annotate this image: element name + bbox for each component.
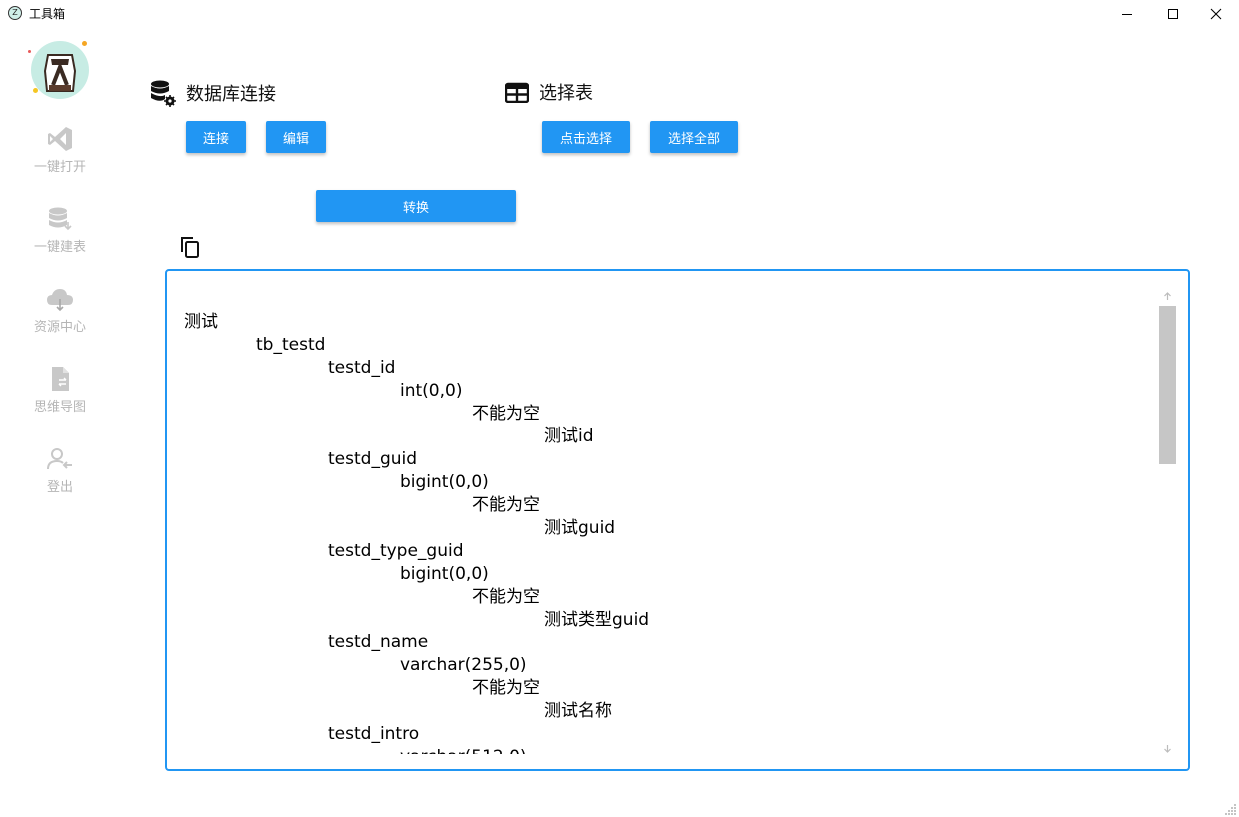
title-bar: Z 工具箱: [0, 0, 1239, 28]
output-line: testd_intro: [328, 724, 420, 745]
database-settings-icon: [151, 80, 176, 107]
sidebar: 一键打开 一键建表 资源中心 思维导图 登出: [0, 28, 120, 817]
cloud-download-icon: [47, 289, 73, 312]
output-line: testd_name: [328, 632, 429, 653]
avatar-decoration: [82, 41, 87, 46]
minimize-icon: [1122, 14, 1132, 15]
avatar-decoration: [28, 50, 31, 53]
connect-button[interactable]: 连接: [186, 121, 246, 153]
file-sync-icon: [52, 367, 69, 391]
output-line: testd_type_guid: [328, 540, 464, 561]
output-line: int(0,0): [400, 380, 463, 401]
sidebar-item-resource-center[interactable]: 资源中心: [20, 284, 100, 344]
sidebar-item-mind-map[interactable]: 思维导图: [20, 364, 100, 424]
arrow-up-icon: [1164, 291, 1171, 300]
close-icon: [1210, 8, 1222, 20]
copy-button[interactable]: [178, 235, 202, 259]
close-button[interactable]: [1193, 0, 1239, 28]
db-section-title: 数据库连接: [186, 84, 276, 105]
output-line: 测试类型guid: [544, 609, 650, 630]
sidebar-item-label: 一键打开: [33, 160, 86, 175]
edit-button[interactable]: 编辑: [266, 121, 326, 153]
app-window: Z 工具箱 一键打开 一键建表 资源中心 思维导图 登出 数据库连接 连接 编辑…: [0, 0, 1239, 817]
select-all-button[interactable]: 选择全部: [650, 121, 738, 153]
copy-icon: [181, 237, 199, 258]
sidebar-item-label: 登出: [46, 480, 73, 495]
database-download-icon: [49, 207, 72, 231]
output-line: 测试guid: [544, 518, 616, 539]
sidebar-item-label: 一键建表: [33, 240, 86, 255]
output-line: bigint(0,0): [400, 472, 489, 493]
avatar-decoration: [33, 88, 38, 93]
output-line: 测试id: [544, 426, 594, 447]
output-line: tb_testd: [256, 334, 326, 355]
resize-grip-icon[interactable]: [1225, 803, 1237, 815]
minimize-button[interactable]: [1104, 0, 1150, 28]
output-line: 不能为空: [472, 678, 540, 699]
click-select-button[interactable]: 点击选择: [542, 121, 630, 153]
output-line: testd_id: [328, 357, 396, 378]
output-line: varchar(512,0): [184, 746, 1144, 754]
logout-user-icon: [47, 448, 72, 470]
output-line: bigint(0,0): [400, 563, 489, 584]
output-line: testd_guid: [328, 449, 418, 470]
scroll-up-button[interactable]: [1159, 288, 1176, 304]
output-line: varchar(255,0): [400, 655, 527, 676]
avatar-character-icon: [43, 54, 77, 92]
table-icon: [505, 82, 529, 103]
output-line: 不能为空: [472, 495, 540, 516]
maximize-button[interactable]: [1150, 0, 1196, 28]
db-section-header: 数据库连接: [150, 79, 276, 107]
app-icon: Z: [8, 6, 22, 20]
maximize-icon: [1168, 9, 1178, 19]
table-section-header: 选择表: [505, 79, 593, 105]
table-section-title: 选择表: [539, 83, 593, 104]
sidebar-item-quick-create-table[interactable]: 一键建表: [20, 204, 100, 264]
output-line: 不能为空: [472, 586, 540, 607]
arrow-down-icon: [1164, 744, 1171, 753]
window-title: 工具箱: [29, 7, 66, 21]
sidebar-item-quick-open[interactable]: 一键打开: [20, 124, 100, 184]
sidebar-item-logout[interactable]: 登出: [20, 444, 100, 504]
output-line: 测试名称: [544, 701, 612, 722]
sidebar-item-label: 思维导图: [33, 400, 86, 415]
output-textarea[interactable]: 测试 tb_testd testd_id int(0,0) 不能为空 测试id testd_…: [165, 269, 1190, 771]
scrollbar[interactable]: [1159, 288, 1176, 756]
avatar[interactable]: [31, 41, 89, 99]
output-text: 测试 tb_testd testd_id int(0,0) 不能为空 测试id testd_…: [184, 311, 1144, 754]
scroll-down-button[interactable]: [1159, 740, 1176, 756]
convert-button[interactable]: 转换: [316, 190, 516, 222]
output-line: 测试: [184, 312, 218, 332]
vscode-icon: [48, 127, 72, 151]
scrollbar-thumb[interactable]: [1159, 306, 1176, 464]
output-line: 不能为空: [472, 403, 540, 424]
sidebar-item-label: 资源中心: [33, 320, 86, 335]
